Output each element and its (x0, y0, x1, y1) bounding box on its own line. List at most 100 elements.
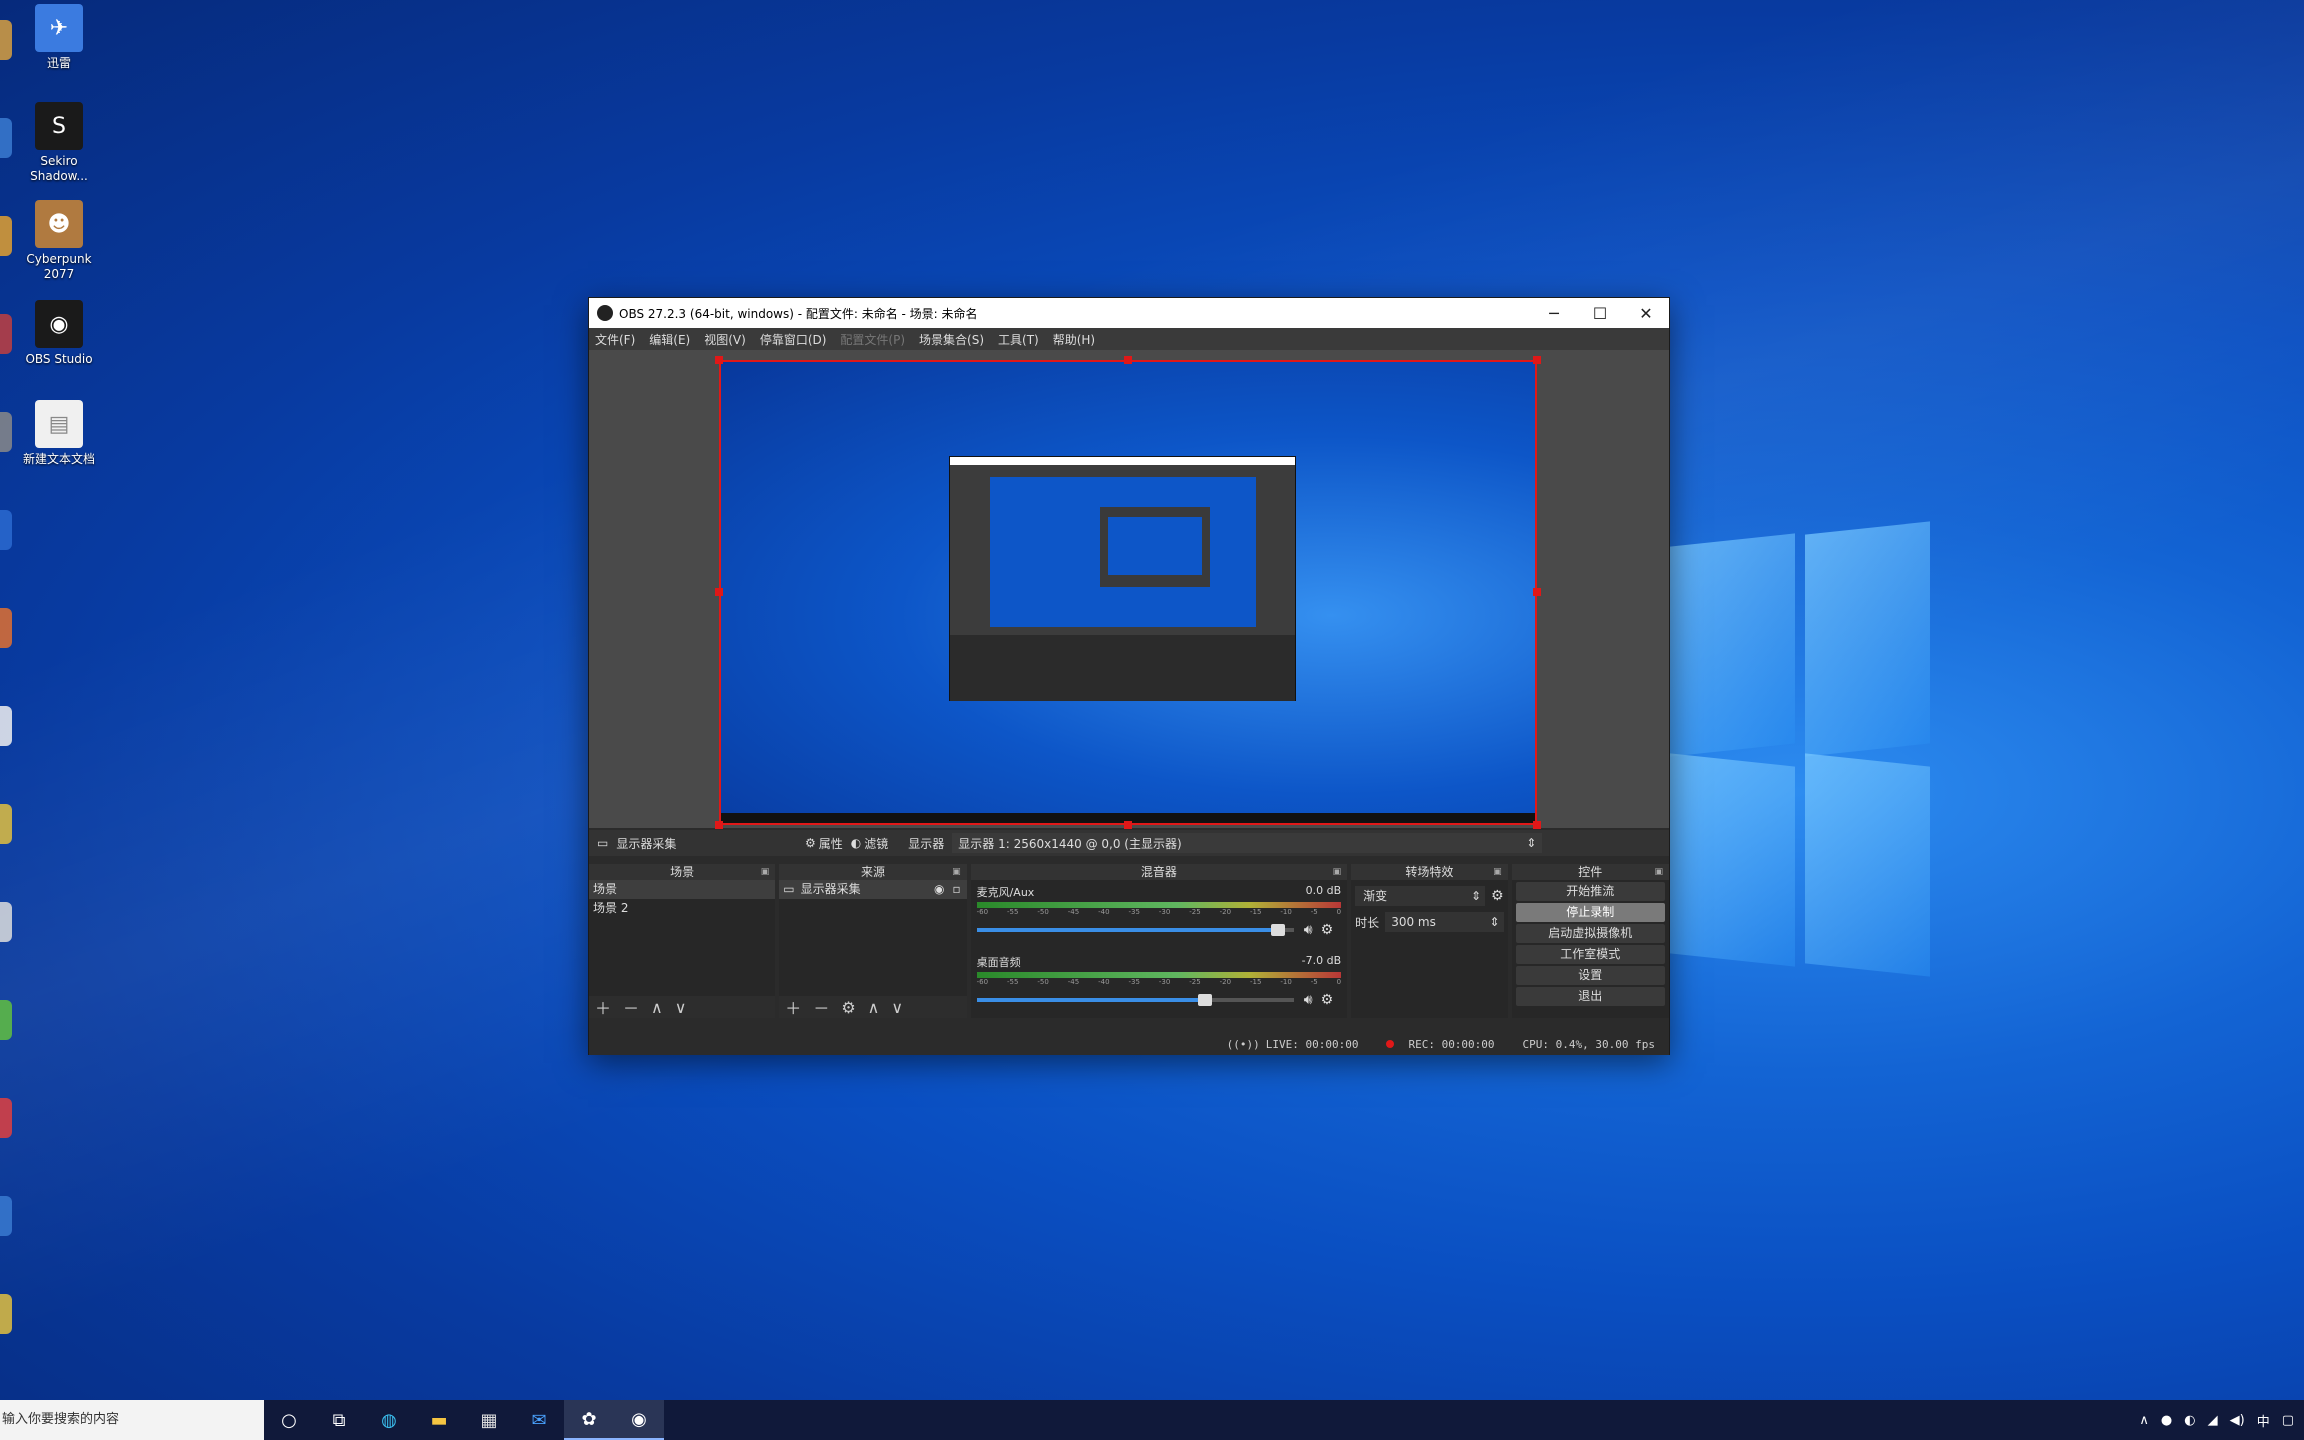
remove-icon[interactable]: － (623, 995, 639, 1019)
gear-icon: ⚙ (805, 836, 816, 850)
stop-recording-button[interactable]: 停止录制 (1515, 903, 1665, 922)
app-icon[interactable]: ✿ (564, 1400, 614, 1440)
volume-icon[interactable]: ◀) (2230, 1413, 2245, 1428)
desktop-icon-partial[interactable] (0, 1294, 12, 1334)
desktop-icon[interactable]: ☻ Cyberpunk 2077 (18, 200, 100, 282)
resize-handle[interactable] (715, 588, 723, 596)
spin-icon[interactable]: ⇕ (1490, 912, 1500, 932)
undock-icon[interactable]: ▣ (761, 864, 770, 880)
desktop-icon[interactable]: ▤ 新建文本文档 (18, 400, 100, 467)
close-button[interactable]: ✕ (1623, 298, 1669, 328)
mail-icon[interactable]: ✉ (514, 1400, 564, 1440)
desktop-icon-partial[interactable] (0, 804, 12, 844)
microphone-icon[interactable]: ● (2161, 1413, 2172, 1428)
volume-knob[interactable] (1270, 924, 1285, 936)
undock-icon[interactable]: ▣ (952, 864, 961, 880)
minimize-button[interactable]: ─ (1531, 298, 1577, 328)
move-up-icon[interactable]: ∧ (651, 998, 663, 1017)
desktop-icon-partial[interactable] (0, 314, 12, 354)
desktop-icon[interactable]: ✈ 迅雷 (18, 4, 100, 71)
exit-button[interactable]: 退出 (1515, 987, 1665, 1006)
app-tray-icon[interactable]: ◐ (2184, 1413, 2195, 1428)
menu-help[interactable]: 帮助(H) (1053, 331, 1095, 348)
menu-edit[interactable]: 编辑(E) (649, 331, 690, 348)
desktop-icon-partial[interactable] (0, 1196, 12, 1236)
filters-button[interactable]: ◐ 滤镜 (851, 835, 889, 852)
desktop-icon-partial[interactable] (0, 510, 12, 550)
properties-button[interactable]: ⚙ 属性 (805, 835, 843, 852)
scene-item[interactable]: 场景 2 (589, 899, 775, 918)
gear-icon[interactable]: ⚙ (1491, 888, 1504, 904)
eye-icon[interactable]: ◉ (934, 880, 944, 899)
source-item[interactable]: ▭ 显示器采集 ◉ ▫ (779, 880, 967, 899)
display-capture-preview[interactable] (719, 360, 1537, 825)
meter-tick: -5 (1310, 908, 1318, 916)
display-select[interactable]: 显示器 1: 2560x1440 @ 0,0 (主显示器) ⇕ (952, 833, 1543, 853)
gear-icon[interactable]: ⚙ (841, 998, 855, 1017)
undock-icon[interactable]: ▣ (1493, 864, 1502, 880)
volume-knob[interactable] (1197, 994, 1212, 1006)
desktop-icon-partial[interactable] (0, 216, 12, 256)
desktop-icon-partial[interactable] (0, 118, 12, 158)
undock-icon[interactable]: ▣ (1654, 864, 1663, 880)
add-icon[interactable]: ＋ (785, 995, 801, 1019)
move-down-icon[interactable]: ∨ (891, 998, 903, 1017)
desktop-icon-partial[interactable] (0, 706, 12, 746)
volume-slider[interactable] (976, 924, 1294, 936)
resize-handle[interactable] (715, 821, 723, 829)
title-bar[interactable]: OBS 27.2.3 (64-bit, windows) - 配置文件: 未命名… (589, 298, 1669, 328)
studio-mode-button[interactable]: 工作室模式 (1515, 945, 1665, 964)
desktop-icon-partial[interactable] (0, 1000, 12, 1040)
gear-icon[interactable]: ⚙ (1321, 922, 1334, 938)
network-icon[interactable]: ◢ (2208, 1413, 2218, 1428)
obs-window[interactable]: OBS 27.2.3 (64-bit, windows) - 配置文件: 未命名… (588, 297, 1670, 1055)
maximize-button[interactable]: ☐ (1577, 298, 1623, 328)
resize-handle[interactable] (1533, 588, 1541, 596)
menu-view[interactable]: 视图(V) (704, 331, 746, 348)
menu-file[interactable]: 文件(F) (595, 331, 635, 348)
undock-icon[interactable]: ▣ (1333, 864, 1342, 880)
desktop-icon-partial[interactable] (0, 412, 12, 452)
input-language[interactable]: 中 (2257, 1411, 2270, 1430)
remove-icon[interactable]: － (813, 995, 829, 1019)
speaker-icon[interactable]: 🔊︎ (1304, 992, 1313, 1008)
taskbar-search[interactable]: 输入你要搜索的内容 (0, 1400, 264, 1440)
start-streaming-button[interactable]: 开始推流 (1515, 882, 1665, 901)
transition-select[interactable]: 渐变 ⇕ (1355, 886, 1486, 906)
move-up-icon[interactable]: ∧ (868, 998, 880, 1017)
menu-scene-collection[interactable]: 场景集合(S) (919, 331, 984, 348)
add-icon[interactable]: ＋ (595, 995, 611, 1019)
menu-docks[interactable]: 停靠窗口(D) (760, 331, 827, 348)
volume-meter (976, 972, 1342, 978)
desktop-icon[interactable]: S Sekiro Shadow... (18, 102, 100, 184)
desktop-icon-partial[interactable] (0, 608, 12, 648)
settings-button[interactable]: 设置 (1515, 966, 1665, 985)
move-down-icon[interactable]: ∨ (675, 998, 687, 1017)
desktop-icon-partial[interactable] (0, 20, 12, 60)
resize-handle[interactable] (1124, 821, 1132, 829)
task-view-icon[interactable]: ⧉ (314, 1400, 364, 1440)
duration-input[interactable]: 300 ms ⇕ (1385, 912, 1504, 932)
desktop-icon[interactable]: ◉ OBS Studio (18, 300, 100, 367)
volume-slider[interactable] (976, 994, 1294, 1006)
edge-icon[interactable]: ◍ (364, 1400, 414, 1440)
start-virtual-camera-button[interactable]: 启动虚拟摄像机 (1515, 924, 1665, 943)
gear-icon[interactable]: ⚙ (1321, 992, 1334, 1008)
lock-icon[interactable]: ▫ (952, 880, 960, 899)
resize-handle[interactable] (1533, 356, 1541, 364)
store-icon[interactable]: ▦ (464, 1400, 514, 1440)
obs-taskbar-icon[interactable]: ◉ (614, 1400, 664, 1440)
speaker-icon[interactable]: 🔊︎ (1304, 922, 1313, 938)
resize-handle[interactable] (1124, 356, 1132, 364)
file-explorer-icon[interactable]: ▬ (414, 1400, 464, 1440)
resize-handle[interactable] (715, 356, 723, 364)
cortana-icon[interactable]: ○ (264, 1400, 314, 1440)
preview-area[interactable] (589, 350, 1669, 829)
chevron-up-icon[interactable]: ∧ (2139, 1413, 2149, 1428)
scene-item[interactable]: 场景 (589, 880, 776, 899)
resize-handle[interactable] (1533, 821, 1541, 829)
desktop-icon-partial[interactable] (0, 1098, 12, 1138)
menu-tools[interactable]: 工具(T) (998, 331, 1039, 348)
notification-icon[interactable]: ▢ (2282, 1413, 2294, 1428)
desktop-icon-partial[interactable] (0, 902, 12, 942)
